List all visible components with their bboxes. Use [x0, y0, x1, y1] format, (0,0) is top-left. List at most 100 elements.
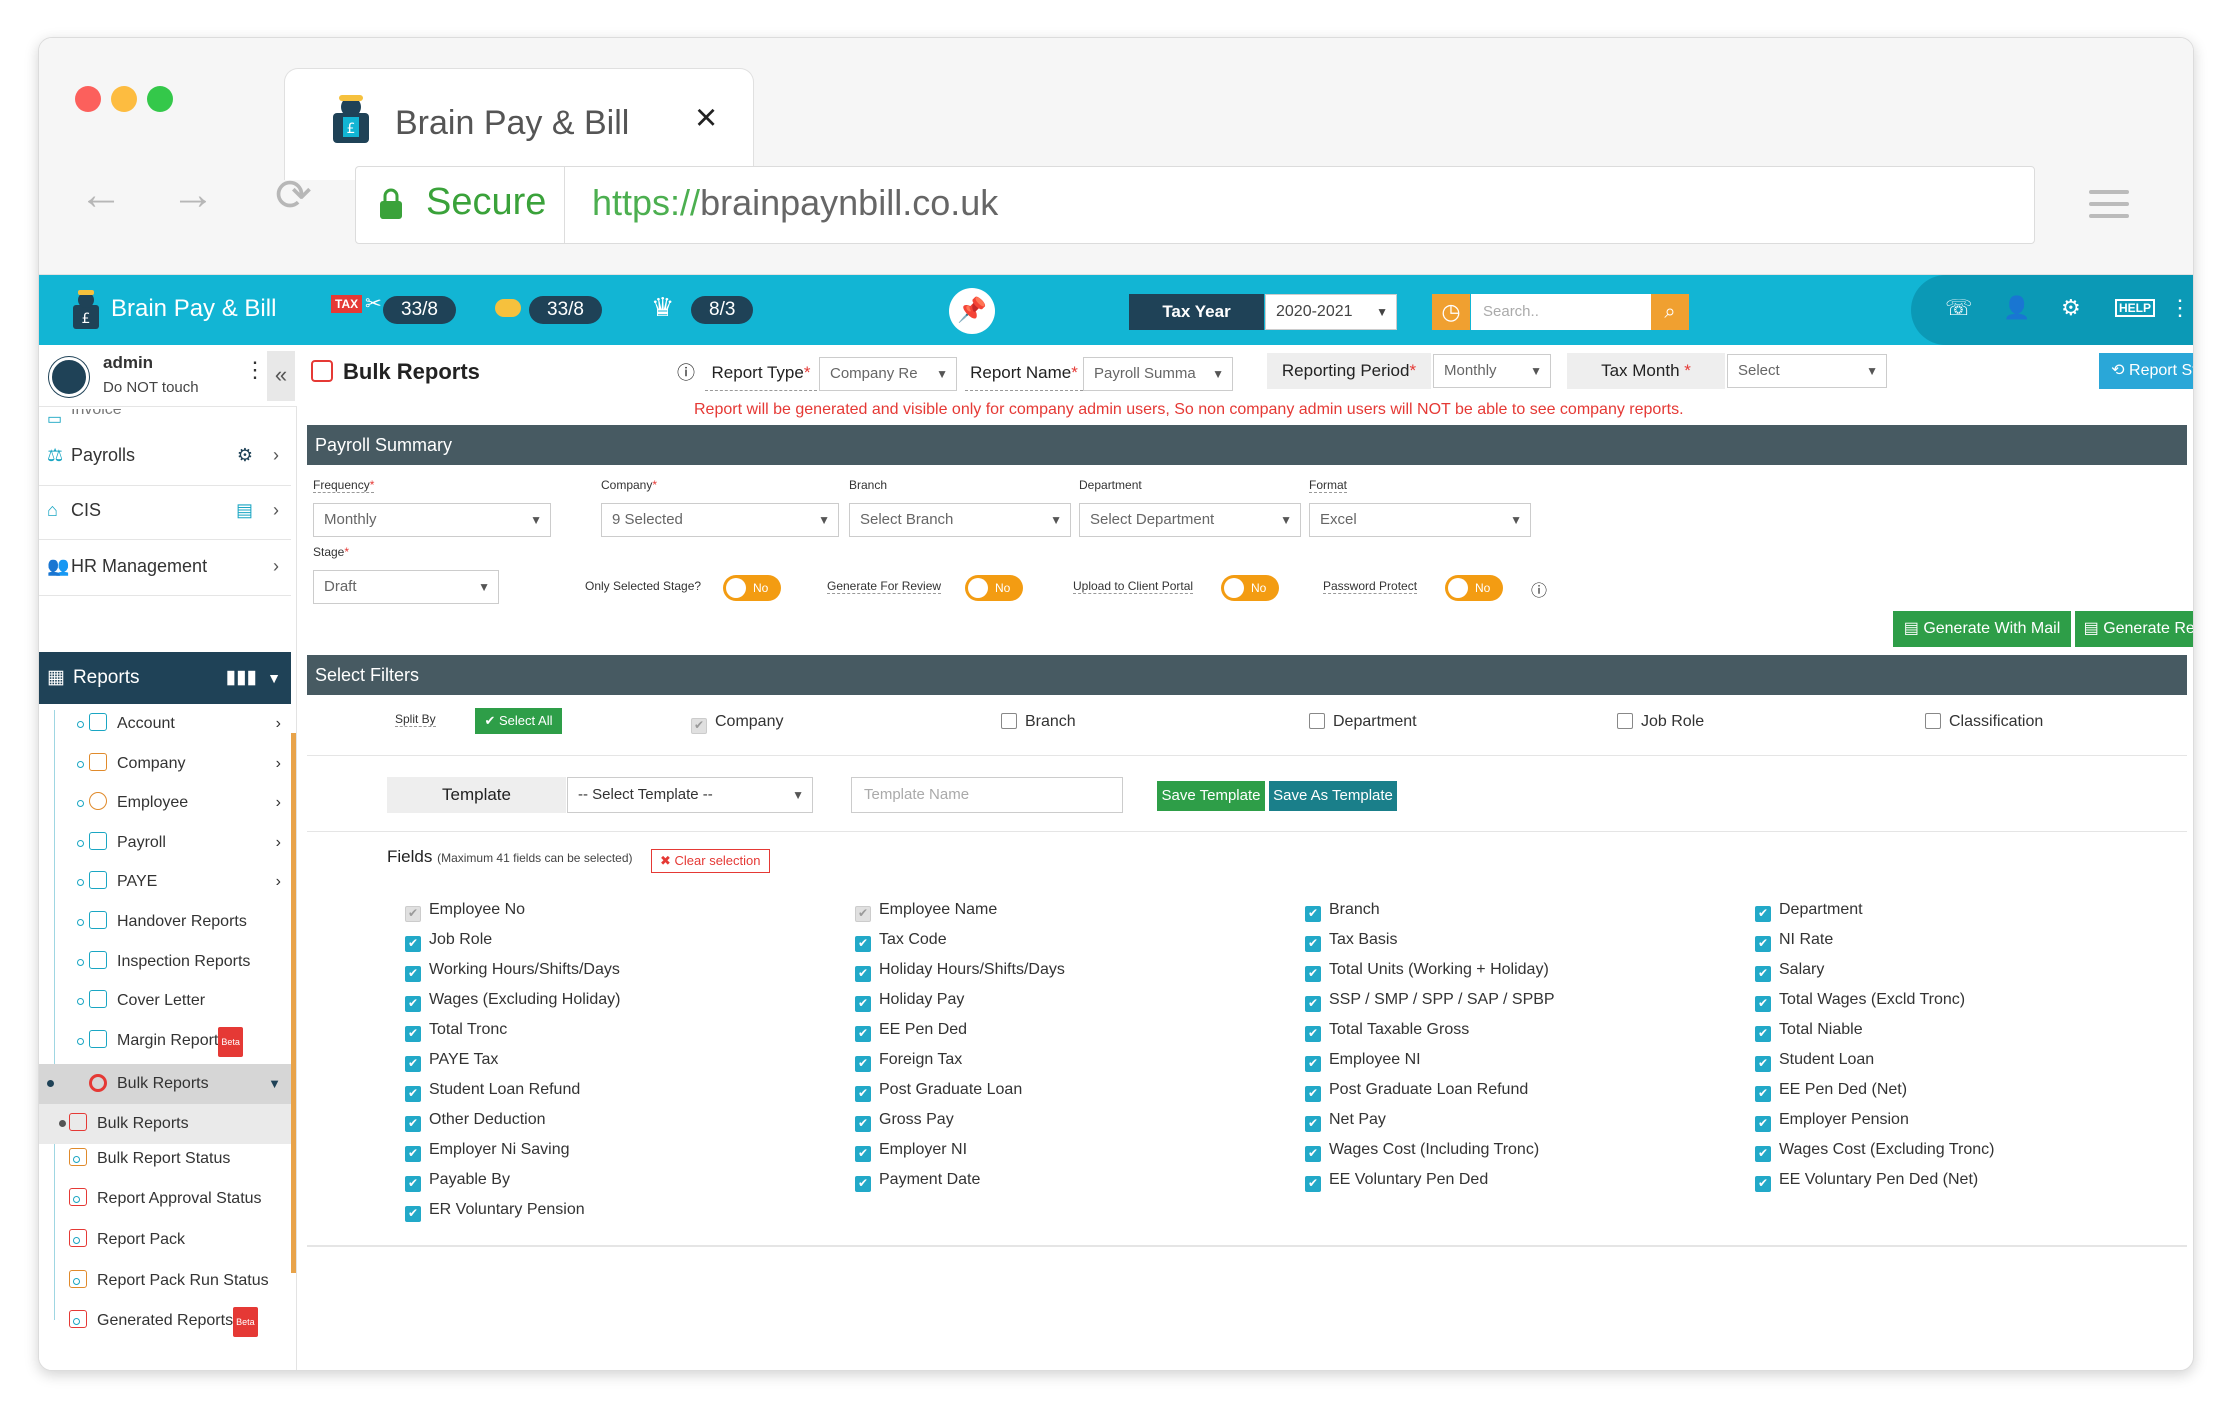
back-arrow-icon[interactable]: ←	[79, 170, 123, 220]
support-icon[interactable]: ☏	[1945, 295, 1973, 321]
frequency-select[interactable]: Monthly ▼	[313, 503, 551, 537]
password-protect-toggle[interactable]: No	[1445, 575, 1503, 601]
field-checkbox[interactable]: ✔ Total Niable	[1755, 1019, 1863, 1042]
url-text[interactable]: https://brainpaynbill.co.uk	[592, 182, 998, 224]
generate-with-mail-button[interactable]: ▤ Generate With Mail	[1893, 611, 2071, 647]
sidebar-sub-margin-report[interactable]: Margin Report Beta	[69, 1027, 291, 1057]
split-classification-checkbox[interactable]: Classification	[1925, 711, 2043, 733]
info-icon[interactable]: ⓘ	[677, 359, 695, 385]
field-checkbox[interactable]: ✔ Tax Basis	[1305, 929, 1397, 952]
only-selected-stage-toggle[interactable]: No	[723, 575, 781, 601]
sidebar-sub-payroll[interactable]: Payroll ›	[69, 829, 291, 857]
field-checkbox[interactable]: ✔ EE Voluntary Pen Ded (Net)	[1755, 1169, 1978, 1192]
field-checkbox[interactable]: ✔ Branch	[1305, 899, 1380, 922]
template-select[interactable]: -- Select Template -- ▼	[567, 777, 813, 813]
password-info-icon[interactable]: ⓘ	[1531, 577, 1547, 601]
report-type-select[interactable]: Company Re ▼	[819, 357, 957, 391]
field-checkbox[interactable]: ✔ SSP / SMP / SPP / SAP / SPBP	[1305, 989, 1555, 1012]
field-checkbox[interactable]: ✔ NI Rate	[1755, 929, 1833, 952]
forward-arrow-icon[interactable]: →	[171, 170, 215, 220]
maximize-window-icon[interactable]	[147, 86, 173, 112]
field-checkbox[interactable]: ✔ Employer NI	[855, 1139, 967, 1162]
sidebar-sub-handover-reports[interactable]: Handover Reports	[69, 908, 291, 936]
branch-select[interactable]: Select Branch ▼	[849, 503, 1071, 537]
sidebar-sub-cover-letter[interactable]: Cover Letter	[69, 987, 291, 1015]
sidebar-bulk-report-approval[interactable]: Report Approval Status	[65, 1185, 287, 1213]
cis-doc-icon[interactable]: ▤	[236, 500, 253, 521]
generate-report-button[interactable]: ▤ Generate Report	[2075, 611, 2193, 647]
sidebar-sub-paye[interactable]: PAYE ›	[69, 868, 291, 896]
field-checkbox[interactable]: ✔ Employee NI	[1305, 1049, 1421, 1072]
field-checkbox[interactable]: ✔ Student Loan Refund	[405, 1079, 580, 1102]
field-checkbox[interactable]: ✔ Gross Pay	[855, 1109, 954, 1132]
crown-count-badge[interactable]: 8/3	[691, 296, 754, 324]
report-name-select[interactable]: Payroll Summa ▼	[1083, 357, 1233, 391]
sidebar-item-hr-management[interactable]: 👥HR Management ›	[39, 556, 289, 577]
field-checkbox[interactable]: ✔ Employee No	[405, 899, 525, 922]
field-checkbox[interactable]: ✔ Foreign Tax	[855, 1049, 962, 1072]
sidebar-bulk-bulk-reports[interactable]: Bulk Reports	[39, 1104, 291, 1144]
address-bar[interactable]: Secure https://brainpaynbill.co.uk	[355, 166, 2035, 244]
avatar[interactable]	[49, 357, 89, 397]
collapse-sidebar-icon[interactable]: «	[267, 351, 295, 401]
upload-client-portal-toggle[interactable]: No	[1221, 575, 1279, 601]
field-checkbox[interactable]: ✔ Other Deduction	[405, 1109, 546, 1132]
sidebar-bulk-report-status[interactable]: Bulk Report Status	[65, 1145, 287, 1173]
format-select[interactable]: Excel ▼	[1309, 503, 1531, 537]
field-checkbox[interactable]: ✔ Employee Name	[855, 899, 997, 922]
close-window-icon[interactable]	[75, 86, 101, 112]
tax-month-select[interactable]: Select ▼	[1727, 354, 1887, 388]
reload-icon[interactable]: ⟳	[275, 170, 312, 221]
select-all-button[interactable]: ✔ Select All	[475, 708, 562, 734]
save-template-button[interactable]: Save Template	[1157, 781, 1265, 811]
field-checkbox[interactable]: ✔ Total Tronc	[405, 1019, 507, 1042]
user-settings-icon[interactable]: 👤	[2003, 295, 2030, 321]
department-select[interactable]: Select Department ▼	[1079, 503, 1301, 537]
sidebar-sub-account[interactable]: Account ›	[69, 710, 291, 738]
field-checkbox[interactable]: ✔ Job Role	[405, 929, 492, 952]
field-checkbox[interactable]: ✔ Department	[1755, 899, 1863, 922]
field-checkbox[interactable]: ✔ Holiday Pay	[855, 989, 964, 1012]
browser-menu-icon[interactable]	[2089, 190, 2129, 218]
sidebar-item-payrolls[interactable]: ⚖ Payrolls ⚙ ›	[39, 445, 289, 466]
field-checkbox[interactable]: ✔ Total Units (Working + Holiday)	[1305, 959, 1549, 982]
pin-icon[interactable]: 📌	[949, 288, 995, 334]
sidebar-sub-bulk-reports[interactable]: Bulk Reports ▼	[39, 1064, 291, 1104]
browser-tab[interactable]: £ Brain Pay & Bill ×	[284, 68, 754, 180]
sidebar-item-invoice[interactable]: ▭Invoice	[39, 409, 289, 423]
coin-count-badge[interactable]: 33/8	[529, 296, 602, 324]
field-checkbox[interactable]: ✔ ER Voluntary Pension	[405, 1199, 585, 1222]
minimize-window-icon[interactable]	[111, 86, 137, 112]
field-checkbox[interactable]: ✔ Net Pay	[1305, 1109, 1386, 1132]
field-checkbox[interactable]: ✔ EE Voluntary Pen Ded	[1305, 1169, 1488, 1192]
search-input[interactable]: Search..	[1471, 294, 1651, 330]
field-checkbox[interactable]: ✔ Payment Date	[855, 1169, 980, 1192]
sidebar-sub-employee[interactable]: Employee ›	[69, 789, 291, 817]
field-checkbox[interactable]: ✔ Salary	[1755, 959, 1824, 982]
help-icon[interactable]: HELP	[2115, 299, 2156, 317]
tab-close-icon[interactable]: ×	[695, 97, 717, 140]
reporting-period-select[interactable]: Monthly ▼	[1433, 354, 1551, 388]
clear-selection-button[interactable]: ✖ Clear selection	[651, 849, 770, 873]
field-checkbox[interactable]: ✔ EE Pen Ded	[855, 1019, 967, 1042]
sidebar-scrollbar[interactable]	[291, 733, 296, 1273]
field-checkbox[interactable]: ✔ Employer Ni Saving	[405, 1139, 570, 1162]
split-department-checkbox[interactable]: Department	[1309, 711, 1417, 733]
sidebar-bulk-generated-reports[interactable]: Generated Reports Beta	[65, 1307, 287, 1337]
kebab-menu-icon[interactable]: ⋮	[2169, 295, 2191, 321]
split-company-checkbox[interactable]: ✔ Company	[691, 711, 783, 734]
search-button[interactable]: ⌕	[1651, 294, 1689, 330]
sidebar-sub-company[interactable]: Company ›	[69, 750, 291, 778]
generate-for-review-toggle[interactable]: No	[965, 575, 1023, 601]
field-checkbox[interactable]: ✔ EE Pen Ded (Net)	[1755, 1079, 1907, 1102]
field-checkbox[interactable]: ✔ Employer Pension	[1755, 1109, 1909, 1132]
field-checkbox[interactable]: ✔ Total Wages (Excld Tronc)	[1755, 989, 1965, 1012]
tax-count-badge[interactable]: 33/8	[383, 296, 456, 324]
field-checkbox[interactable]: ✔ PAYE Tax	[405, 1049, 498, 1072]
clock-icon[interactable]: ◷	[1432, 294, 1470, 330]
field-checkbox[interactable]: ✔ Wages Cost (Including Tronc)	[1305, 1139, 1539, 1162]
field-checkbox[interactable]: ✔ Working Hours/Shifts/Days	[405, 959, 620, 982]
app-brand[interactable]: Brain Pay & Bill	[111, 295, 276, 323]
field-checkbox[interactable]: ✔ Wages (Excluding Holiday)	[405, 989, 620, 1012]
field-checkbox[interactable]: ✔ Post Graduate Loan Refund	[1305, 1079, 1528, 1102]
